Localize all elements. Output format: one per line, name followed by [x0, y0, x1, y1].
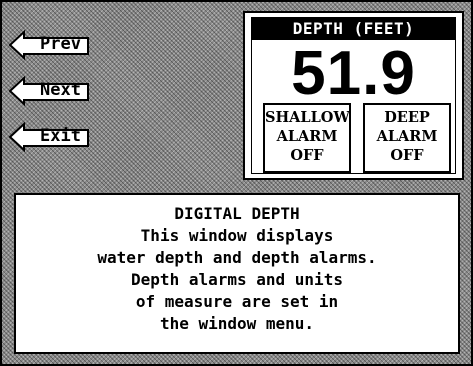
- exit-label: Exit: [40, 126, 81, 146]
- next-label: Next: [40, 80, 81, 100]
- exit-button[interactable]: Exit: [8, 122, 92, 152]
- deep-alarm-status: OFF: [390, 147, 424, 164]
- shallow-alarm-status: OFF: [290, 147, 324, 164]
- next-button[interactable]: Next: [8, 76, 92, 106]
- info-panel: DIGITAL DEPTH This window displays water…: [14, 193, 460, 354]
- depth-readout: 51.9: [291, 39, 416, 108]
- info-line: water depth and depth alarms.: [97, 248, 377, 267]
- prev-button[interactable]: Prev: [8, 30, 92, 60]
- info-title: DIGITAL DEPTH: [174, 204, 300, 223]
- shallow-alarm-box: SHALLOW ALARM OFF: [263, 103, 351, 173]
- info-line: Depth alarms and units: [131, 270, 343, 289]
- info-line: the window menu.: [159, 314, 315, 333]
- prev-label: Prev: [40, 34, 81, 54]
- shallow-alarm-label-line1: SHALLOW: [265, 109, 350, 126]
- info-line: This window displays: [140, 226, 334, 245]
- info-line: of measure are set in: [135, 292, 339, 311]
- shallow-alarm-label-line2: ALARM: [276, 128, 338, 145]
- deep-alarm-label-line1: DEEP: [384, 109, 430, 126]
- depth-window[interactable]: DEPTH (FEET) 51.9 SHALLOW ALARM OFF DEEP…: [243, 11, 464, 180]
- deep-alarm-box: DEEP ALARM OFF: [363, 103, 451, 173]
- deep-alarm-label-line2: ALARM: [376, 128, 438, 145]
- depth-window-title: DEPTH (FEET): [251, 17, 456, 40]
